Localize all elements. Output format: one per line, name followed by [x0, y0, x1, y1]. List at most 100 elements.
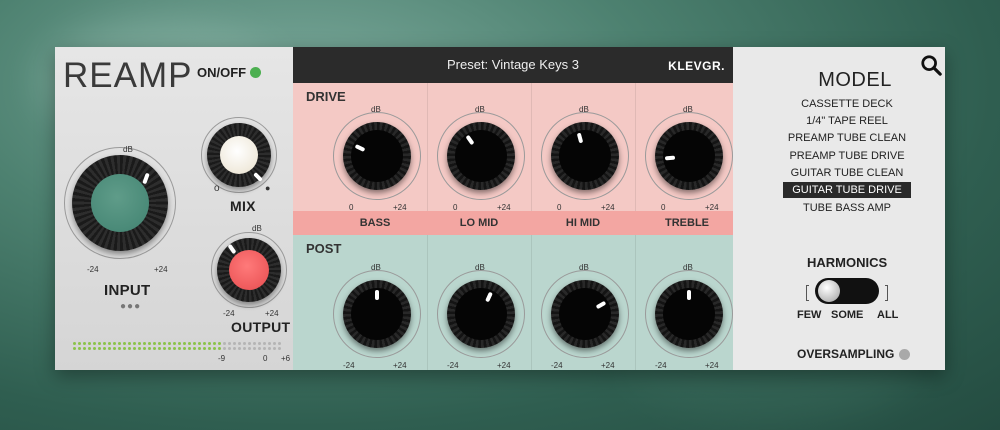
meter-led	[248, 347, 251, 350]
input-max-label: +24	[154, 265, 168, 274]
column-divider	[427, 83, 428, 211]
meter-led	[263, 342, 266, 345]
meter-led	[123, 342, 126, 345]
mix-min-marker: o	[214, 183, 220, 194]
output-db-label: dB	[252, 224, 262, 233]
power-led[interactable]	[250, 67, 261, 78]
meter-led	[248, 342, 251, 345]
meter-led	[178, 347, 181, 350]
post-db-label: dB	[475, 263, 485, 272]
post-knob-pointer	[687, 290, 691, 300]
drive-min-label: 0	[557, 203, 562, 212]
post-knob-cap	[455, 288, 507, 340]
mix-max-marker: ●	[265, 183, 271, 193]
meter-led	[203, 342, 206, 345]
column-divider	[427, 235, 428, 370]
meter-led	[243, 342, 246, 345]
output-label: OUTPUT	[231, 319, 291, 335]
meter-led	[268, 347, 271, 350]
meter-led	[153, 342, 156, 345]
drive-db-label: dB	[683, 105, 693, 114]
model-item-tape-reel[interactable]: 1/4" TAPE REEL	[783, 113, 911, 129]
meter-led	[118, 342, 121, 345]
meter-led	[198, 342, 201, 345]
band-label-hi-mid: HI MID	[565, 217, 601, 229]
model-item-preamp-tube-clean[interactable]: PREAMP TUBE CLEAN	[783, 130, 911, 146]
meter-led	[218, 342, 221, 345]
level-meter	[73, 342, 293, 352]
input-dots[interactable]: ●●●	[120, 301, 141, 312]
meter-led	[143, 347, 146, 350]
meter-led	[98, 347, 101, 350]
meter-led	[158, 347, 161, 350]
meter-led	[213, 347, 216, 350]
post-db-label: dB	[683, 263, 693, 272]
meter-led	[103, 342, 106, 345]
meter-led	[193, 347, 196, 350]
meter-led	[233, 347, 236, 350]
band-label-lo-mid: LO MID	[459, 217, 499, 229]
meter-led	[88, 342, 91, 345]
model-item-tube-bass-amp[interactable]: TUBE BASS AMP	[783, 200, 911, 216]
harmonics-switch-thumb[interactable]	[818, 280, 840, 302]
band-labels: BASS LO MID HI MID TREBLE	[293, 211, 733, 235]
post-label: POST	[306, 241, 342, 256]
oversampling-led[interactable]	[899, 349, 910, 360]
meter-led	[143, 342, 146, 345]
meter-led	[73, 342, 76, 345]
model-item-cassette-deck[interactable]: CASSETTE DECK	[783, 96, 911, 112]
meter-led	[268, 342, 271, 345]
model-item-guitar-tube-drive[interactable]: GUITAR TUBE DRIVE	[783, 182, 911, 198]
meter-led	[228, 347, 231, 350]
meter-led	[78, 342, 81, 345]
meter-led	[148, 342, 151, 345]
meter-led	[198, 347, 201, 350]
meter-led	[118, 347, 121, 350]
drive-min-label: 0	[349, 203, 354, 212]
meter-led	[188, 347, 191, 350]
left-panel: REAMP ON/OFF dB -24 +24 INPUT ●●● o ● MI…	[55, 47, 299, 370]
meter-led	[223, 347, 226, 350]
meter-led	[98, 342, 101, 345]
band-label-treble: TREBLE	[665, 217, 709, 229]
output-knob-cap	[229, 250, 269, 290]
meter-led	[258, 342, 261, 345]
meter-led	[113, 347, 116, 350]
drive-max-label: +24	[497, 203, 511, 212]
model-title: MODEL	[818, 69, 892, 91]
meter-led	[78, 347, 81, 350]
post-min-label: -24	[551, 361, 563, 370]
meter-led	[88, 347, 91, 350]
power-label: ON/OFF	[197, 65, 247, 80]
meter-led	[253, 347, 256, 350]
meter-led	[93, 347, 96, 350]
input-db-label: dB	[123, 145, 133, 154]
meter-scale-plus6: +6	[281, 354, 291, 363]
meter-led	[178, 342, 181, 345]
harmonics-few-label: FEW	[797, 309, 822, 321]
drive-max-label: +24	[601, 203, 615, 212]
post-min-label: -24	[343, 361, 355, 370]
meter-led	[133, 342, 136, 345]
meter-led	[73, 347, 76, 350]
meter-led	[133, 347, 136, 350]
meter-led	[273, 342, 276, 345]
meter-led	[128, 342, 131, 345]
drive-knob-cap	[559, 130, 611, 182]
meter-led	[183, 342, 186, 345]
meter-led	[108, 347, 111, 350]
post-min-label: -24	[655, 361, 667, 370]
model-item-guitar-tube-clean[interactable]: GUITAR TUBE CLEAN	[783, 165, 911, 181]
preset-selector[interactable]: Preset: Vintage Keys 3	[293, 57, 733, 72]
meter-led	[113, 342, 116, 345]
meter-led	[233, 342, 236, 345]
column-divider	[635, 83, 636, 211]
meter-led	[123, 347, 126, 350]
meter-led	[238, 342, 241, 345]
input-knob-cap	[91, 174, 149, 232]
preset-header: Preset: Vintage Keys 3 KLEVGR.	[293, 47, 733, 83]
band-label-bass: BASS	[359, 217, 391, 229]
model-item-preamp-tube-drive[interactable]: PREAMP TUBE DRIVE	[783, 148, 911, 164]
meter-led	[173, 347, 176, 350]
drive-knob-cap	[351, 130, 403, 182]
